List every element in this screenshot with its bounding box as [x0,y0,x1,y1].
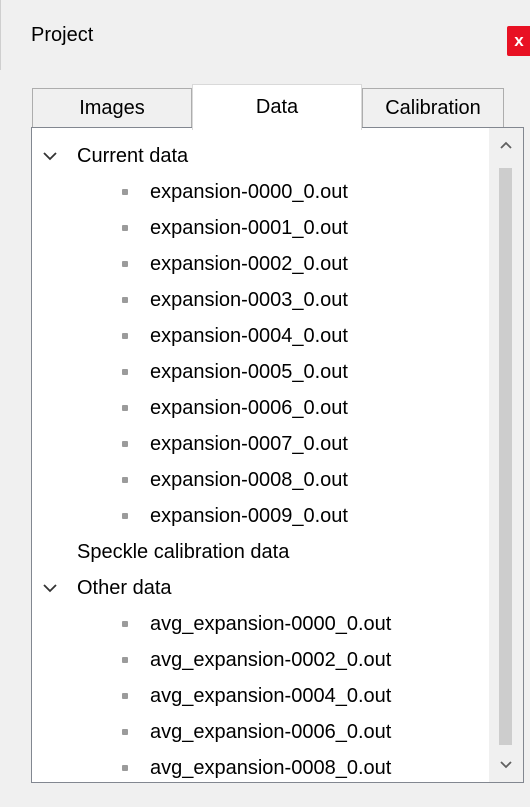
bullet-icon [122,729,128,735]
tab-label: Data [255,96,299,118]
list-item[interactable]: avg_expansion-0008_0.out [32,750,487,782]
tab-label: Calibration [385,97,481,119]
bullet-icon [122,765,128,771]
list-item[interactable]: avg_expansion-0006_0.out [32,714,487,750]
bullet-icon [122,369,128,375]
list-item[interactable]: expansion-0007_0.out [32,426,487,462]
scroll-up-icon[interactable] [489,128,523,162]
list-item-label: expansion-0002_0.out [150,252,348,275]
bullet-icon [122,441,128,447]
list-item[interactable]: expansion-0004_0.out [32,318,487,354]
tab-images[interactable]: Images [32,88,192,128]
list-item-label: expansion-0004_0.out [150,324,348,347]
list-item-label: expansion-0008_0.out [150,468,348,491]
list-item-label: avg_expansion-0004_0.out [150,684,392,707]
list-item-label: expansion-0000_0.out [150,180,348,203]
list-item[interactable]: avg_expansion-0004_0.out [32,678,487,714]
data-tree-panel: Current data expansion-0000_0.out expans… [31,127,524,783]
list-item-label: avg_expansion-0002_0.out [150,648,392,671]
list-item-label: expansion-0006_0.out [150,396,348,419]
list-item-label: avg_expansion-0000_0.out [150,612,392,635]
bullet-icon [122,477,128,483]
tab-bar: Images Data Calibration [32,84,504,130]
bullet-icon [122,693,128,699]
list-item-label: expansion-0001_0.out [150,216,348,239]
tree-node-other-data[interactable]: Other data [32,570,487,606]
bullet-icon [122,513,128,519]
list-item-label: expansion-0009_0.out [150,504,348,527]
tree-node-label: Current data [77,144,189,167]
bullet-icon [122,225,128,231]
chevron-down-icon[interactable] [38,576,62,600]
bullet-icon [122,333,128,339]
list-item[interactable]: expansion-0003_0.out [32,282,487,318]
list-item-label: expansion-0003_0.out [150,288,348,311]
bullet-icon [122,297,128,303]
chevron-down-icon[interactable] [38,144,62,168]
close-icon: x [514,31,524,50]
list-item[interactable]: expansion-0008_0.out [32,462,487,498]
scroll-thumb[interactable] [499,168,512,745]
bullet-icon [122,621,128,627]
bullet-icon [122,657,128,663]
tree-node-label: Speckle calibration data [77,540,290,563]
list-item-label: expansion-0007_0.out [150,432,348,455]
list-item[interactable]: expansion-0009_0.out [32,498,487,534]
vertical-scrollbar[interactable] [489,128,523,782]
bullet-icon [122,189,128,195]
list-item-label: avg_expansion-0008_0.out [150,756,392,779]
tree-node-label: Other data [77,576,172,599]
tree-node-speckle-calibration[interactable]: Speckle calibration data [32,534,487,570]
scroll-down-icon[interactable] [489,748,523,782]
list-item[interactable]: avg_expansion-0002_0.out [32,642,487,678]
window-title: Project [31,24,94,46]
list-item[interactable]: expansion-0005_0.out [32,354,487,390]
tab-label: Images [79,97,145,119]
bullet-icon [122,405,128,411]
tab-data[interactable]: Data [192,84,362,130]
list-item[interactable]: expansion-0000_0.out [32,174,487,210]
list-item[interactable]: expansion-0001_0.out [32,210,487,246]
list-item[interactable]: avg_expansion-0000_0.out [32,606,487,642]
bullet-icon [122,261,128,267]
tab-calibration[interactable]: Calibration [362,88,504,128]
close-button[interactable]: x [507,26,530,56]
list-item-label: avg_expansion-0006_0.out [150,720,392,743]
list-item-label: expansion-0005_0.out [150,360,348,383]
list-item[interactable]: expansion-0002_0.out [32,246,487,282]
list-item[interactable]: expansion-0006_0.out [32,390,487,426]
tree-node-current-data[interactable]: Current data [32,138,487,174]
title-bar: Project x [0,0,530,70]
